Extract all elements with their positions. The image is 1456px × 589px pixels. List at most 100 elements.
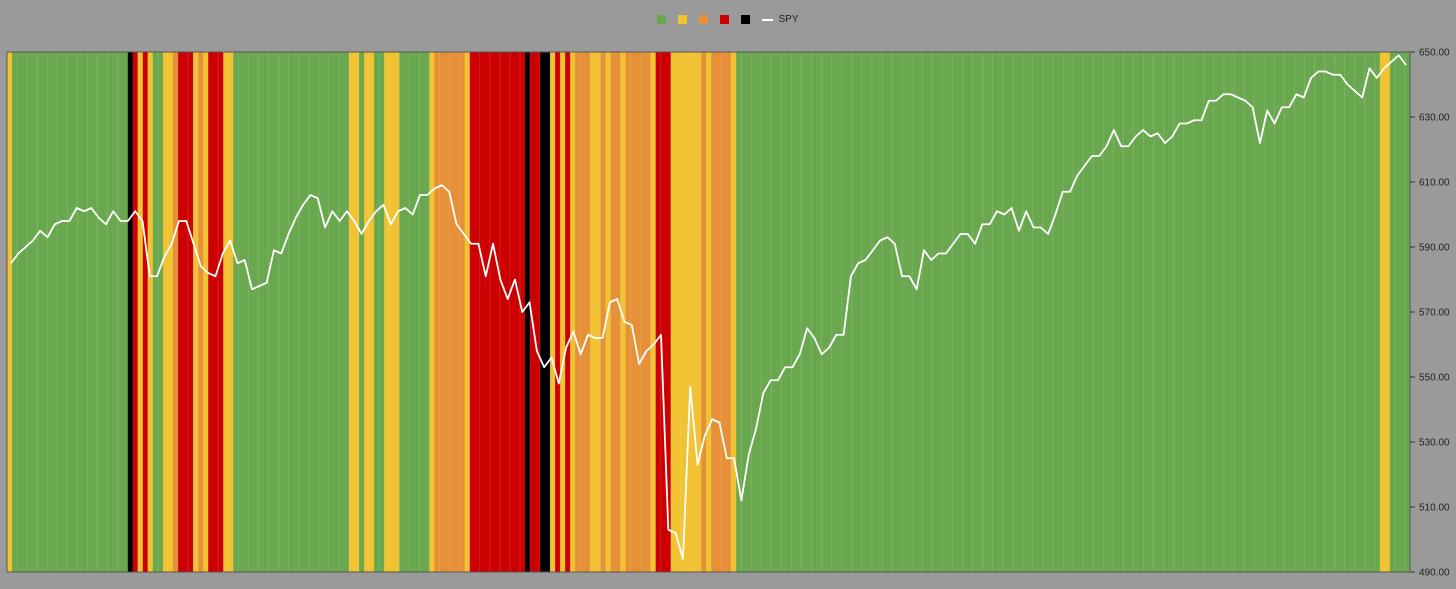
regime-band <box>892 52 898 572</box>
regime-band <box>338 52 345 572</box>
regime-band <box>47 52 53 572</box>
regime-band <box>1394 52 1401 572</box>
regime-band <box>650 52 657 572</box>
regime-band <box>670 52 677 572</box>
regime-band <box>238 52 244 572</box>
regime-band <box>861 52 868 572</box>
regime-band <box>77 52 84 572</box>
regime-band <box>902 52 908 572</box>
regime-band <box>540 52 546 572</box>
regime-band <box>439 52 446 572</box>
regime-band <box>218 52 224 572</box>
regime-band <box>1274 52 1280 572</box>
regime-band <box>399 52 405 572</box>
regime-band <box>1223 52 1230 572</box>
regime-band <box>1093 52 1099 572</box>
regime-band <box>127 52 134 572</box>
regime-band <box>1133 52 1140 572</box>
regime-band <box>871 52 878 572</box>
regime-band <box>1374 52 1381 572</box>
regime-band <box>67 52 73 572</box>
regime-band <box>1203 52 1210 572</box>
regime-band <box>57 52 63 572</box>
regime-band <box>1314 52 1321 572</box>
regime-bands <box>7 52 1411 572</box>
regime-band <box>1012 52 1019 572</box>
regime-band <box>1304 52 1311 572</box>
regime-band <box>600 52 607 572</box>
y-tick-label: 590.00 <box>1419 243 1450 254</box>
y-tick-label: 510.00 <box>1419 503 1450 514</box>
regime-band <box>630 52 637 572</box>
regime-band <box>590 52 596 572</box>
regime-band <box>972 52 979 572</box>
regime-band <box>721 52 727 572</box>
regime-band <box>359 52 365 572</box>
regime-band <box>459 52 466 572</box>
regime-band <box>570 52 576 572</box>
regime-band <box>1324 52 1331 572</box>
regime-band <box>922 52 928 572</box>
regime-band <box>560 52 566 572</box>
regime-band <box>982 52 989 572</box>
regime-band <box>97 52 104 572</box>
y-tick-label: 550.00 <box>1419 373 1450 384</box>
regime-band <box>1073 52 1079 572</box>
regime-band <box>1284 52 1290 572</box>
regime-band <box>1364 52 1371 572</box>
regime-band <box>7 52 13 572</box>
regime-band <box>1022 52 1029 572</box>
regime-band <box>1103 52 1109 572</box>
regime-band <box>801 52 808 572</box>
regime-band <box>781 52 788 572</box>
regime-band <box>288 52 295 572</box>
regime-band <box>107 52 114 572</box>
regime-band <box>409 52 415 572</box>
regime-band <box>851 52 858 572</box>
regime-band <box>1042 52 1049 572</box>
regime-band <box>379 52 385 572</box>
regime-band <box>27 52 33 572</box>
regime-band <box>1083 52 1089 572</box>
y-tick-label: 570.00 <box>1419 308 1450 319</box>
regime-band <box>1344 52 1351 572</box>
regime-band <box>711 52 717 572</box>
regime-band <box>912 52 918 572</box>
regime-band <box>348 52 355 572</box>
regime-band <box>1163 52 1170 572</box>
regime-band <box>1234 52 1240 572</box>
regime-band <box>137 52 144 572</box>
regime-band <box>419 52 425 572</box>
regime-band <box>268 52 275 572</box>
regime-band <box>389 52 395 572</box>
chart: SPY 650.00 630.00 610.00 590.00 570.00 550.00… <box>0 0 1456 589</box>
regime-band <box>1264 52 1270 572</box>
regime-band <box>700 52 707 572</box>
regime-band <box>1334 52 1341 572</box>
regime-band <box>308 52 315 572</box>
regime-band <box>258 52 265 572</box>
plot-area: 650.00 630.00 610.00 590.00 570.00 550.00 530.… <box>6 48 1450 579</box>
regime-band <box>469 52 476 572</box>
regime-band <box>660 52 667 572</box>
regime-band <box>1153 52 1160 572</box>
regime-band <box>278 52 285 572</box>
regime-band <box>228 52 234 572</box>
regime-band <box>489 52 496 572</box>
regime-band <box>932 52 938 572</box>
regime-band <box>1384 52 1391 572</box>
regime-band <box>942 52 948 572</box>
regime-band <box>761 52 767 572</box>
regime-band <box>821 52 828 572</box>
regime-band <box>751 52 757 572</box>
regime-band <box>1063 52 1069 572</box>
regime-band <box>1213 52 1220 572</box>
regime-band <box>509 52 516 572</box>
regime-band <box>429 52 436 572</box>
regime-band <box>369 52 375 572</box>
regime-band <box>87 52 94 572</box>
regime-band <box>771 52 777 572</box>
regime-band <box>811 52 818 572</box>
y-tick-label: 530.00 <box>1419 438 1450 449</box>
regime-band <box>328 52 335 572</box>
